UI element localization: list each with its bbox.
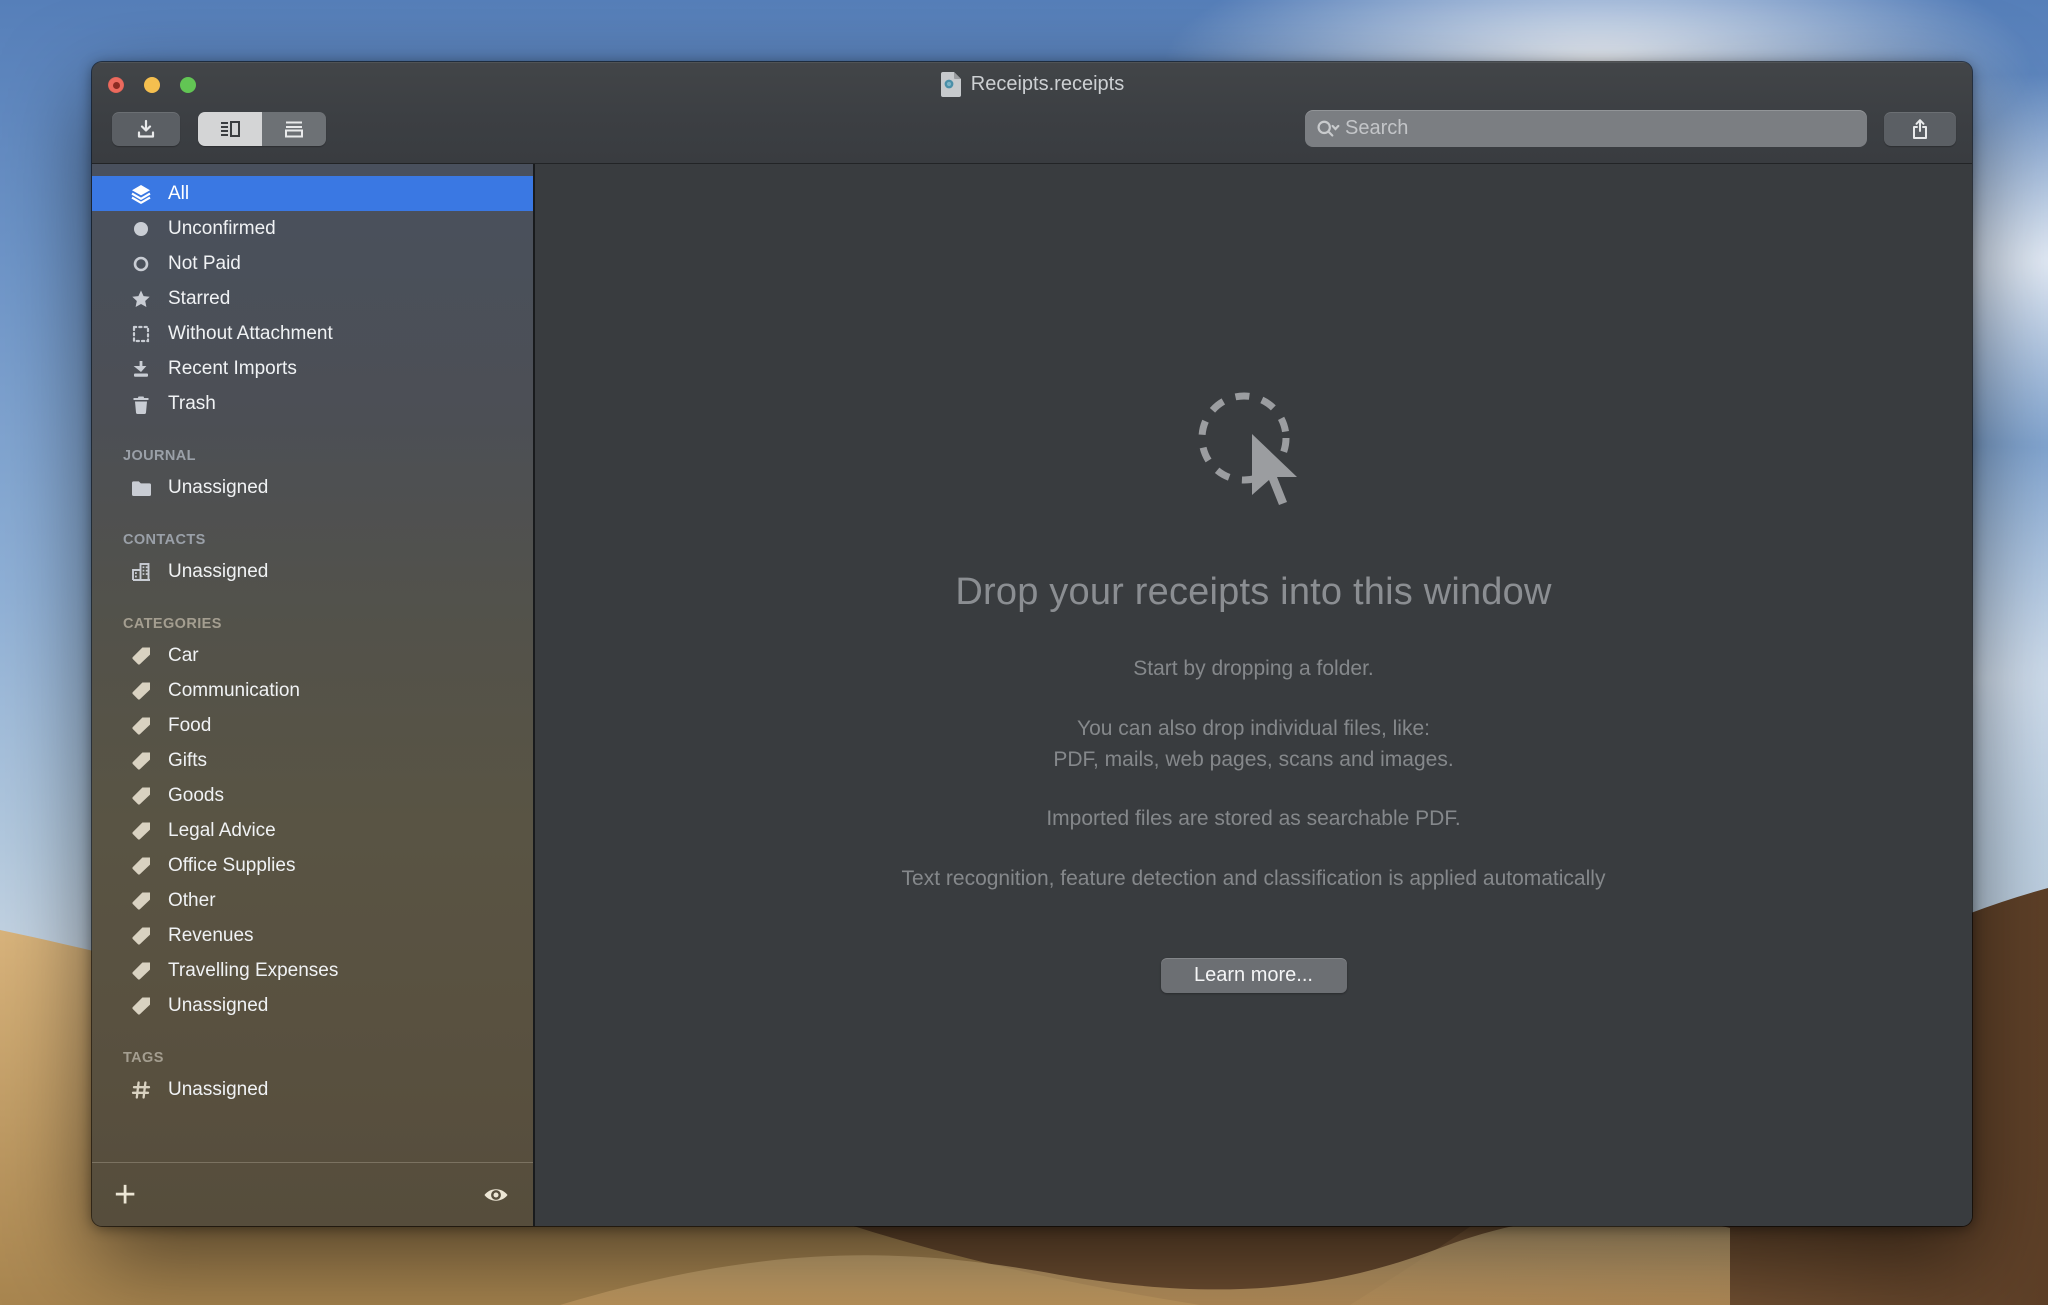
drop-heading: Drop your receipts into this window — [535, 571, 1972, 614]
download-icon — [126, 357, 156, 381]
star-icon — [126, 287, 156, 311]
sidebar-item-all[interactable]: All — [92, 176, 533, 211]
sidebar-item-label: Trash — [168, 393, 216, 415]
view-list-preview-button[interactable] — [198, 112, 262, 146]
sidebar-footer: + — [92, 1162, 533, 1226]
tag-icon — [126, 889, 156, 913]
drop-zone[interactable]: Drop your receipts into this window Star… — [535, 164, 1972, 1226]
trash-icon — [126, 392, 156, 416]
sidebar-item-label: Gifts — [168, 750, 207, 772]
app-window: Receipts.receipts — [92, 62, 1972, 1226]
sidebar-item-not-paid[interactable]: Not Paid — [92, 246, 533, 281]
sidebar-section-tags: TAGS — [92, 1037, 533, 1072]
sidebar-item-category-food[interactable]: Food — [92, 708, 533, 743]
view-mode-segmented-control — [198, 112, 326, 146]
buildings-icon — [126, 560, 156, 584]
sidebar-item-category-travelling-expenses[interactable]: Travelling Expenses — [92, 953, 533, 988]
sidebar-item-trash[interactable]: Trash — [92, 386, 533, 421]
rows-icon — [282, 117, 306, 141]
sidebar-item-label: Other — [168, 890, 216, 912]
sidebar: All Unconfirmed Not Paid — [92, 164, 533, 1226]
sidebar-item-label: Goods — [168, 785, 224, 807]
ring-icon — [126, 252, 156, 276]
sidebar-item-category-goods[interactable]: Goods — [92, 778, 533, 813]
dotted-square-icon — [126, 322, 156, 346]
learn-more-button[interactable]: Learn more... — [1161, 958, 1347, 993]
import-button[interactable] — [112, 112, 180, 146]
drop-instruction-pdf: Imported files are stored as searchable … — [535, 807, 1972, 831]
window-title: Receipts.receipts — [92, 71, 1972, 98]
sidebar-item-label: Legal Advice — [168, 820, 276, 842]
view-rows-button[interactable] — [262, 112, 326, 146]
sidebar-item-label: Communication — [168, 680, 300, 702]
sidebar-item-contacts-unassigned[interactable]: Unassigned — [92, 554, 533, 589]
window-content: All Unconfirmed Not Paid — [92, 164, 1972, 1226]
sidebar-item-category-car[interactable]: Car — [92, 638, 533, 673]
sidebar-section-categories: CATEGORIES — [92, 603, 533, 638]
sidebar-item-recent-imports[interactable]: Recent Imports — [92, 351, 533, 386]
sidebar-item-tags-unassigned[interactable]: Unassigned — [92, 1072, 533, 1107]
sidebar-item-category-unassigned[interactable]: Unassigned — [92, 988, 533, 1023]
tag-icon — [126, 854, 156, 878]
sidebar-item-label: Unassigned — [168, 995, 268, 1017]
tag-icon — [126, 994, 156, 1018]
sidebar-item-unconfirmed[interactable]: Unconfirmed — [92, 211, 533, 246]
sidebar-item-category-office-supplies[interactable]: Office Supplies — [92, 848, 533, 883]
tag-icon — [126, 749, 156, 773]
sidebar-item-label: Unconfirmed — [168, 218, 276, 240]
share-button[interactable] — [1884, 112, 1956, 146]
sidebar-item-category-legal-advice[interactable]: Legal Advice — [92, 813, 533, 848]
layers-icon — [126, 182, 156, 206]
sidebar-item-category-gifts[interactable]: Gifts — [92, 743, 533, 778]
sidebar-item-label: Food — [168, 715, 211, 737]
sidebar-item-label: Car — [168, 645, 199, 667]
import-icon — [134, 117, 158, 141]
search-input[interactable] — [1345, 117, 1857, 140]
sidebar-item-label: Unassigned — [168, 1079, 268, 1101]
sidebar-item-journal-unassigned[interactable]: Unassigned — [92, 470, 533, 505]
titlebar: Receipts.receipts — [92, 62, 1972, 164]
sidebar-item-label: All — [168, 183, 189, 205]
folder-icon — [126, 476, 156, 500]
search-icon — [1315, 118, 1341, 140]
eye-icon — [481, 1184, 511, 1206]
sidebar-section-journal: JOURNAL — [92, 435, 533, 470]
sidebar-item-label: Unassigned — [168, 561, 268, 583]
add-button[interactable]: + — [114, 1180, 136, 1210]
tag-icon — [126, 714, 156, 738]
tag-icon — [126, 784, 156, 808]
visibility-button[interactable] — [481, 1184, 511, 1206]
tag-icon — [126, 924, 156, 948]
sidebar-item-label: Travelling Expenses — [168, 960, 338, 982]
sidebar-item-label: Office Supplies — [168, 855, 295, 877]
drop-instruction-auto: Text recognition, feature detection and … — [535, 867, 1972, 891]
drop-instruction-folder: Start by dropping a folder. — [535, 657, 1972, 681]
sidebar-item-category-revenues[interactable]: Revenues — [92, 918, 533, 953]
sidebar-section-contacts: CONTACTS — [92, 519, 533, 554]
document-icon — [940, 71, 962, 98]
list-preview-icon — [218, 117, 242, 141]
tag-icon — [126, 679, 156, 703]
sidebar-item-label: Without Attachment — [168, 323, 333, 345]
drop-instruction-files-1: You can also drop individual files, like… — [535, 717, 1972, 741]
sidebar-item-starred[interactable]: Starred — [92, 281, 533, 316]
tag-icon — [126, 959, 156, 983]
hash-icon — [126, 1078, 156, 1102]
sidebar-item-label: Not Paid — [168, 253, 241, 275]
tag-icon — [126, 644, 156, 668]
sidebar-item-label: Starred — [168, 288, 230, 310]
sidebar-item-label: Revenues — [168, 925, 254, 947]
sidebar-item-category-communication[interactable]: Communication — [92, 673, 533, 708]
filled-circle-icon — [126, 217, 156, 241]
tag-icon — [126, 819, 156, 843]
sidebar-item-without-attachment[interactable]: Without Attachment — [92, 316, 533, 351]
share-icon — [1908, 117, 1932, 141]
window-title-text: Receipts.receipts — [971, 73, 1124, 96]
search-field[interactable] — [1305, 110, 1867, 147]
sidebar-item-label: Recent Imports — [168, 358, 297, 380]
sidebar-item-category-other[interactable]: Other — [92, 883, 533, 918]
drop-cursor-icon — [1194, 390, 1314, 515]
sidebar-item-label: Unassigned — [168, 477, 268, 499]
drop-instruction-files-2: PDF, mails, web pages, scans and images. — [535, 748, 1972, 772]
